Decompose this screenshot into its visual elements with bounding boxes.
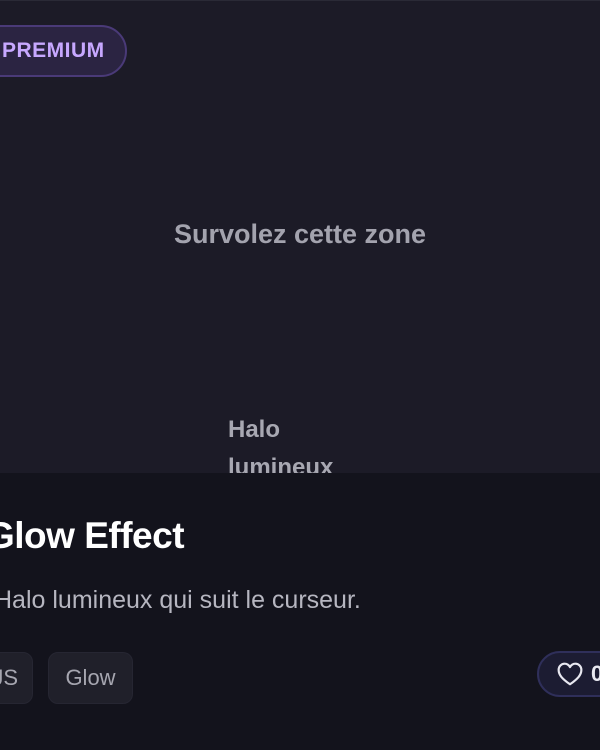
- like-count: 0: [591, 661, 600, 687]
- heart-icon: [557, 662, 583, 686]
- glow-label-text: Halo lumineux: [228, 416, 334, 473]
- card-title: Glow Effect: [0, 515, 185, 556]
- tag-glow[interactable]: Glow: [48, 652, 133, 704]
- component-card[interactable]: PREMIUM Survolez cette zone Halo lumineu…: [0, 0, 600, 750]
- tag-js[interactable]: JS: [0, 652, 33, 704]
- like-button[interactable]: 0: [537, 651, 600, 697]
- glow-preview-area[interactable]: PREMIUM Survolez cette zone Halo lumineu…: [0, 1, 600, 473]
- card-description: Halo lumineux qui suit le curseur.: [0, 586, 361, 614]
- premium-badge: PREMIUM: [0, 25, 127, 77]
- hover-hint-text: Survolez cette zone: [173, 219, 427, 249]
